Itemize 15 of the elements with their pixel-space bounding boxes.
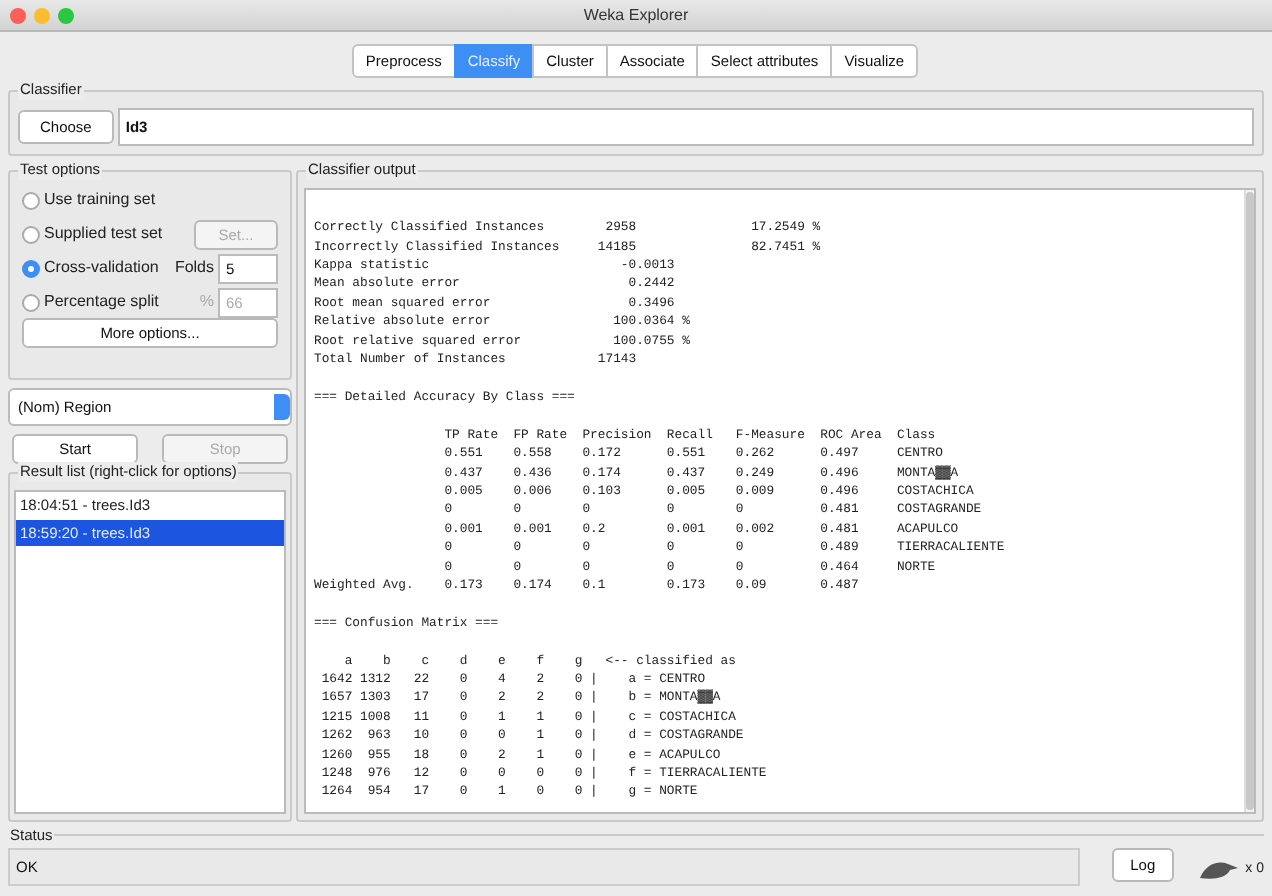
option-label: Cross-validation	[44, 256, 159, 281]
option-label: Percentage split	[44, 290, 159, 315]
radio-button[interactable]	[22, 191, 40, 210]
radio-button[interactable]	[22, 225, 40, 244]
field-label: Folds	[174, 256, 214, 281]
option-label: Use training set	[44, 188, 156, 213]
close-window-button[interactable]	[10, 8, 26, 24]
radio-button[interactable]	[22, 293, 40, 312]
field-label: %	[199, 290, 214, 315]
zoom-window-button[interactable]	[58, 8, 74, 24]
minimize-window-button[interactable]	[34, 8, 50, 24]
window-title: Weka Explorer	[583, 6, 689, 24]
radio-button[interactable]	[22, 259, 40, 278]
option-label: Supplied test set	[44, 222, 163, 247]
bird-icon	[1197, 858, 1242, 883]
